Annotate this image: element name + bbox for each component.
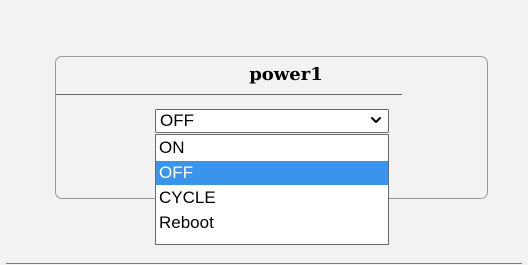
select-dropdown-list: ON OFF CYCLE Reboot	[155, 134, 389, 245]
select-current-value: OFF	[160, 111, 194, 130]
bottom-divider	[6, 263, 522, 264]
option-cycle[interactable]: CYCLE	[156, 186, 388, 210]
panel-title: power1	[249, 64, 323, 85]
power-state-select[interactable]: OFF	[155, 109, 389, 133]
title-divider	[56, 94, 402, 95]
option-on[interactable]: ON	[156, 136, 388, 160]
option-reboot[interactable]: Reboot	[156, 211, 388, 235]
option-off[interactable]: OFF	[156, 161, 388, 185]
chevron-down-icon	[371, 117, 381, 123]
